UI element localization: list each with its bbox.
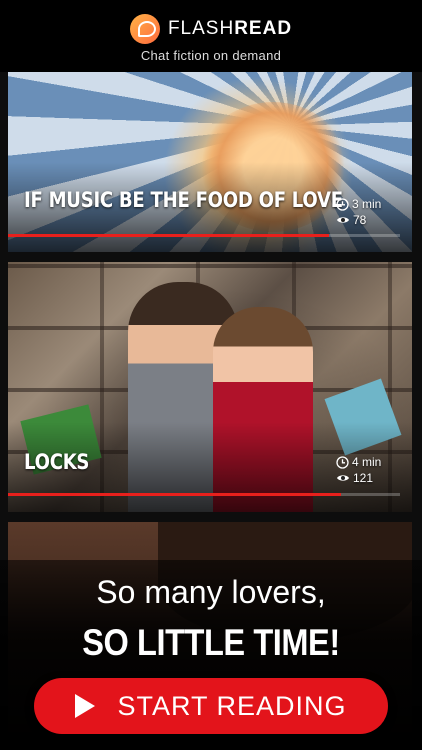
story-progress-bar — [8, 234, 400, 237]
logo: FLASHREAD — [0, 14, 422, 44]
story-duration: 4 min — [352, 455, 382, 469]
story-title: IF MUSIC BE THE FOOD OF LOVE — [24, 188, 343, 212]
story-views: 121 — [353, 471, 374, 485]
brand-name: FLASHREAD — [167, 18, 293, 39]
story-progress-fill — [8, 493, 342, 496]
story-progress-fill — [8, 234, 330, 237]
start-reading-button[interactable]: START READING — [34, 678, 388, 734]
promo-line-2: SO LITTLE TIME! — [82, 622, 340, 663]
story-duration: 3 min — [352, 197, 382, 211]
story-views: 78 — [353, 213, 367, 227]
story-meta: 4 min 121 — [336, 454, 381, 486]
story-meta: 3 min 78 — [336, 196, 381, 228]
eye-icon — [337, 217, 349, 223]
clock-icon — [336, 197, 349, 211]
start-reading-label: START READING — [117, 690, 347, 721]
chat-bubble-icon — [129, 14, 160, 44]
story-card[interactable]: LOCKS 4 min 121 — [8, 262, 412, 512]
story-title: LOCKS — [24, 450, 90, 474]
story-card[interactable]: IF MUSIC BE THE FOOD OF LOVE 3 min 78 — [8, 72, 412, 252]
app-header: FLASHREAD Chat fiction on demand — [0, 0, 422, 72]
tagline: Chat fiction on demand — [140, 48, 282, 63]
clock-icon — [336, 455, 349, 469]
eye-icon — [337, 475, 349, 481]
promo-line-1: So many lovers, — [96, 574, 326, 610]
play-icon — [75, 694, 96, 718]
story-progress-bar — [8, 493, 400, 496]
